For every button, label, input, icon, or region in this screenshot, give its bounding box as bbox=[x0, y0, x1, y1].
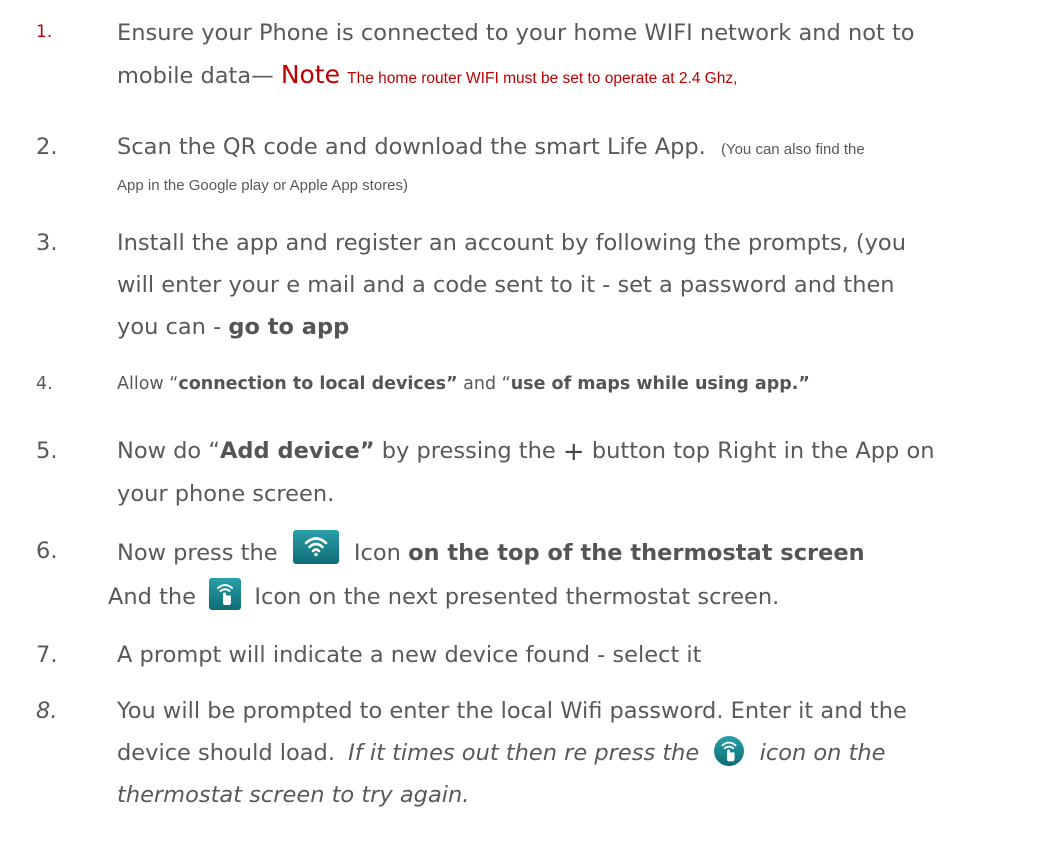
step-text-bold: use of maps while using app.” bbox=[510, 374, 810, 394]
step-number: 1. bbox=[36, 22, 53, 42]
step-line: will enter your e mail and a code sent t… bbox=[117, 272, 895, 298]
step-text: Install the app and register an account … bbox=[117, 222, 1030, 348]
step-text-bold: connection to local devices” bbox=[178, 374, 458, 394]
step-line: You will be prompted to enter the local … bbox=[117, 698, 907, 724]
step-text-part: (You can also find the bbox=[720, 141, 865, 158]
step-number: 5. bbox=[36, 438, 58, 464]
wifi-hand-icon bbox=[714, 736, 745, 766]
step-text-italic: thermostat screen to try again. bbox=[117, 782, 470, 808]
step-text: Now press the Icon on the top of the the… bbox=[108, 530, 1030, 619]
step-text: Ensure your Phone is connected to your h… bbox=[117, 12, 1030, 100]
step-text-part: Now press the bbox=[117, 540, 278, 566]
step-number: 4. bbox=[36, 374, 53, 394]
step-line: you can - go to app bbox=[117, 306, 1030, 348]
step-line: Now press the Icon on the top of the the… bbox=[117, 530, 1030, 575]
step-text-part: Now do “ bbox=[117, 438, 221, 464]
wifi-hand-icon bbox=[209, 578, 242, 610]
step-text-part: device should load. bbox=[117, 740, 335, 766]
step-text: Now do “Add device” by pressing the + bu… bbox=[117, 430, 1030, 515]
wifi-icon bbox=[292, 530, 339, 564]
step-text-bold: Add device” bbox=[220, 438, 375, 464]
step-text-bold: go to app bbox=[228, 314, 350, 340]
step-text-part: and “ bbox=[457, 374, 511, 394]
step-text-part: by pressing the bbox=[374, 438, 563, 464]
step-number: 8. bbox=[36, 698, 58, 724]
step-line: Now do “Add device” by pressing the + bu… bbox=[117, 430, 1030, 473]
step-text-italic: If it times out then re press the bbox=[348, 740, 700, 766]
step-line: A prompt will indicate a new device foun… bbox=[117, 642, 702, 668]
step-line: mobile data— Note The home router WIFI m… bbox=[117, 54, 1030, 100]
step-text-part: Scan the QR code and download the smart … bbox=[117, 134, 706, 160]
step-text-bold: on the top of the thermostat screen bbox=[408, 540, 865, 566]
step-text: Scan the QR code and download the smart … bbox=[117, 126, 1030, 201]
step-line: Allow “connection to local devices” and … bbox=[117, 366, 1030, 402]
step-number: 6. bbox=[36, 538, 58, 564]
note-text: The home router WIFI must be set to oper… bbox=[347, 70, 738, 87]
step-text-italic: icon on the bbox=[759, 740, 886, 766]
step-line: device should load. If it times out then… bbox=[117, 732, 1030, 774]
step-text: A prompt will indicate a new device foun… bbox=[117, 634, 1030, 676]
step-text: You will be prompted to enter the local … bbox=[117, 690, 1030, 816]
step-text-part: you can - bbox=[117, 314, 222, 340]
step-line: App in the Google play or Apple App stor… bbox=[117, 177, 409, 194]
step-number: 3. bbox=[36, 230, 58, 256]
step-line: And the Icon on the next presented therm… bbox=[108, 575, 1030, 619]
step-line: your phone screen. bbox=[117, 481, 335, 507]
step-line: Ensure your Phone is connected to your h… bbox=[117, 20, 915, 46]
plus-icon: + bbox=[562, 437, 585, 467]
step-text-part: Icon on the next presented thermostat sc… bbox=[254, 584, 780, 610]
step-text-part: Allow “ bbox=[117, 374, 179, 394]
step-text: Allow “connection to local devices” and … bbox=[117, 366, 1030, 402]
step-line: Install the app and register an account … bbox=[117, 230, 906, 256]
step-line: thermostat screen to try again. bbox=[117, 774, 1030, 816]
step-text-part: Icon bbox=[353, 540, 401, 566]
note-label: Note bbox=[280, 60, 340, 89]
step-text-part: And the bbox=[108, 584, 197, 610]
step-text-part: mobile data— bbox=[117, 63, 274, 89]
step-line: Scan the QR code and download the smart … bbox=[117, 126, 1030, 171]
step-number: 2. bbox=[36, 134, 58, 160]
step-number: 7. bbox=[36, 642, 58, 668]
step-text-part: button top Right in the App on bbox=[584, 438, 935, 464]
